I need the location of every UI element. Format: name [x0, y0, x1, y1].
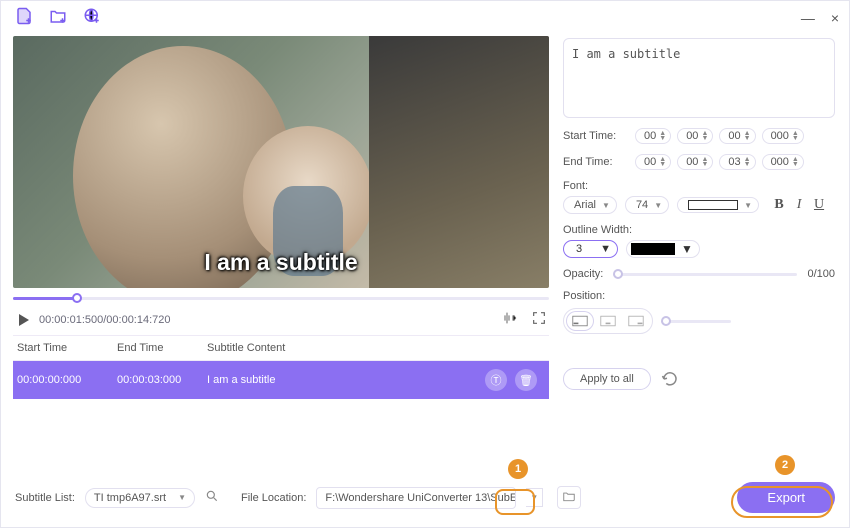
end-time-label: End Time: — [563, 156, 629, 168]
footer-bar: Subtitle List: TI tmp6A97.srt▼ File Loca… — [1, 472, 849, 527]
playback-time: 00:00:01:500/00:00:14:720 — [39, 314, 171, 326]
position-label: Position: — [563, 290, 835, 302]
col-subtitle-content: Subtitle Content — [207, 342, 545, 354]
open-folder-icon[interactable] — [557, 486, 581, 509]
highlight-box-1 — [495, 489, 535, 515]
outline-width-label: Outline Width: — [563, 224, 835, 236]
apply-to-all-button[interactable]: Apply to all — [563, 368, 651, 390]
subtitle-row[interactable]: 00:00:00:000 00:00:03:000 I am a subtitl… — [13, 361, 549, 399]
waveform-icon[interactable] — [501, 310, 517, 329]
underline-button[interactable]: U — [811, 197, 827, 213]
end-hh[interactable]: 00▲▼ — [635, 154, 671, 170]
outline-width-select[interactable]: 3▼ — [563, 240, 618, 258]
subtitle-text-input[interactable] — [563, 38, 835, 118]
opacity-value: 0/100 — [807, 268, 835, 280]
search-icon[interactable] — [205, 489, 219, 506]
position-right[interactable] — [623, 312, 649, 330]
title-bar: — × — [1, 1, 849, 30]
row-translate-icon[interactable]: Ⓣ — [485, 369, 507, 391]
italic-button[interactable]: I — [791, 197, 807, 213]
add-file-icon[interactable] — [15, 7, 33, 28]
bold-button[interactable]: B — [771, 197, 787, 213]
font-size-select[interactable]: 74▼ — [625, 196, 669, 214]
file-location-label: File Location: — [241, 492, 306, 504]
col-start-time: Start Time — [17, 342, 117, 354]
font-color-select[interactable]: ▼ — [677, 197, 759, 213]
opacity-label: Opacity: — [563, 268, 603, 280]
highlight-box-2 — [731, 486, 833, 518]
add-web-icon[interactable] — [83, 7, 101, 28]
add-folder-icon[interactable] — [49, 7, 67, 28]
opacity-slider[interactable] — [613, 273, 797, 276]
outline-color-select[interactable]: ▼ — [626, 240, 700, 258]
highlight-badge-1: 1 — [508, 459, 528, 479]
row-end: 00:00:03:000 — [117, 374, 207, 386]
highlight-badge-2: 2 — [775, 455, 795, 475]
position-buttons — [563, 308, 653, 334]
fullscreen-icon[interactable] — [531, 310, 547, 329]
video-timeline[interactable] — [13, 294, 549, 304]
start-hh[interactable]: 00▲▼ — [635, 128, 671, 144]
start-time-label: Start Time: — [563, 130, 629, 142]
row-delete-icon[interactable]: 🗑 — [515, 369, 537, 391]
start-ms[interactable]: 000▲▼ — [762, 128, 804, 144]
end-ms[interactable]: 000▲▼ — [762, 154, 804, 170]
font-label: Font: — [563, 180, 835, 192]
subtitle-overlay: I am a subtitle — [204, 249, 357, 276]
reset-icon[interactable] — [661, 370, 679, 388]
position-slider[interactable] — [661, 320, 731, 323]
start-ss[interactable]: 00▲▼ — [719, 128, 755, 144]
subtitle-file-select[interactable]: TI tmp6A97.srt▼ — [85, 488, 195, 508]
file-location-path[interactable]: F:\Wondershare UniConverter 13\SubEdi — [316, 487, 516, 509]
position-left[interactable] — [567, 312, 593, 330]
font-family-select[interactable]: Arial▼ — [563, 196, 617, 214]
start-mm[interactable]: 00▲▼ — [677, 128, 713, 144]
end-mm[interactable]: 00▲▼ — [677, 154, 713, 170]
play-button[interactable] — [19, 314, 29, 326]
row-content: I am a subtitle — [207, 374, 485, 386]
subtitle-grid-header: Start Time End Time Subtitle Content — [13, 335, 549, 361]
video-preview[interactable]: I am a subtitle — [13, 36, 549, 288]
end-ss[interactable]: 03▲▼ — [719, 154, 755, 170]
minimize-button[interactable]: — — [801, 10, 815, 26]
subtitle-list-label: Subtitle List: — [15, 492, 75, 504]
row-start: 00:00:00:000 — [17, 374, 117, 386]
position-center[interactable] — [595, 312, 621, 330]
col-end-time: End Time — [117, 342, 207, 354]
close-button[interactable]: × — [831, 10, 839, 26]
